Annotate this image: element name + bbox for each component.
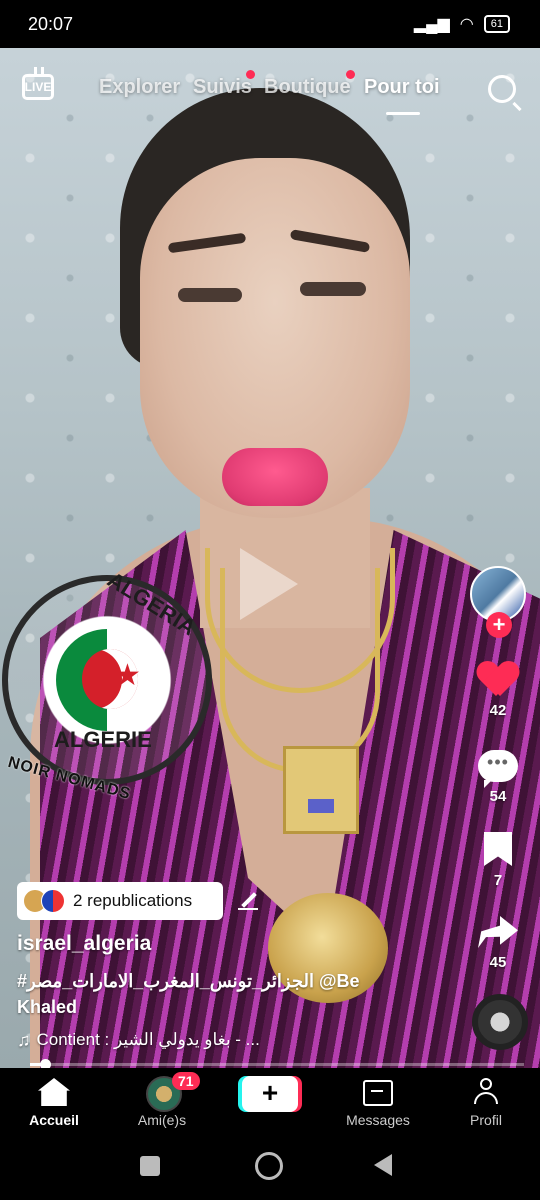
- live-icon[interactable]: LIVE: [22, 74, 54, 100]
- tab-boutique[interactable]: Boutique: [264, 76, 351, 99]
- inbox-icon: [363, 1080, 393, 1106]
- status-time: 20:07: [28, 14, 74, 34]
- edit-icon[interactable]: [238, 890, 258, 910]
- caption-line-1: #الجزائر_تونس_المغرب_الامارات_مصر @Be: [17, 971, 360, 991]
- music-row[interactable]: ♫ Contient : بغاو يدولي الشير - ...: [17, 1030, 260, 1051]
- share-button[interactable]: 45: [466, 916, 530, 971]
- algeria-emblem: ALGERIA ★ ALGERIE: [2, 567, 212, 785]
- status-bar: 20:07 ▂▄▆ ◠ 61: [0, 0, 540, 48]
- nav-messages-label: Messages: [346, 1112, 410, 1128]
- caption-line-2: Khaled: [17, 997, 78, 1017]
- search-icon[interactable]: [488, 75, 516, 103]
- comment-count: 54: [489, 788, 507, 805]
- bookmark-icon: [484, 832, 512, 866]
- nav-profile-label: Profil: [470, 1112, 502, 1128]
- home-system-icon[interactable]: [255, 1152, 283, 1180]
- share-icon: [478, 916, 518, 948]
- music-title: Contient : بغاو يدولي الشير - ...: [36, 1030, 260, 1049]
- active-tab-indicator: [386, 112, 420, 115]
- follow-button[interactable]: +: [486, 612, 512, 638]
- like-count: 42: [489, 702, 507, 719]
- comment-icon: •••: [478, 750, 518, 788]
- music-note-icon: ♫: [17, 1030, 31, 1050]
- republications-label: 2 republications: [73, 891, 193, 910]
- tab-explorer[interactable]: Explorer: [99, 76, 180, 99]
- tab-pour-toi[interactable]: Pour toi: [364, 76, 440, 99]
- battery-icon: 61: [483, 15, 510, 33]
- username[interactable]: israel_algeria: [17, 932, 151, 956]
- system-nav: [0, 1134, 540, 1200]
- play-icon[interactable]: [240, 548, 298, 620]
- top-nav: LIVE Explorer Suivis Boutique Pour toi: [0, 48, 540, 128]
- boutique-dot: [346, 70, 355, 79]
- nav-home[interactable]: Accueil: [4, 1072, 104, 1128]
- recents-icon[interactable]: [140, 1156, 160, 1176]
- profile-icon: [474, 1078, 498, 1106]
- emblem-bottom-text: ALGERIE: [54, 727, 152, 752]
- nav-profile[interactable]: Profil: [436, 1072, 536, 1128]
- save-button[interactable]: 7: [466, 832, 530, 889]
- video-progress-bar[interactable]: [30, 1059, 524, 1070]
- repub-avatar-2: [41, 889, 65, 913]
- pendant: [283, 746, 359, 834]
- comment-button[interactable]: ••• 54: [466, 750, 530, 805]
- home-icon: [38, 1078, 70, 1106]
- save-count: 7: [493, 872, 503, 889]
- pendant-gem: [308, 799, 334, 813]
- bottom-nav: Accueil 71 Ami(e)s + Messages Profil: [0, 1068, 540, 1134]
- create-button[interactable]: +: [242, 1076, 298, 1112]
- nav-messages[interactable]: Messages: [328, 1072, 428, 1128]
- share-count: 45: [489, 954, 507, 971]
- video-lips: [222, 448, 328, 506]
- algeria-flag-icon: ★: [56, 629, 158, 731]
- like-button[interactable]: 42: [466, 662, 530, 719]
- left-eye: [178, 288, 242, 302]
- tab-suivis[interactable]: Suivis: [193, 76, 252, 99]
- nav-home-label: Accueil: [29, 1112, 79, 1128]
- status-icons: ▂▄▆ ◠ 61: [414, 14, 510, 34]
- caption[interactable]: #الجزائر_تونس_المغرب_الامارات_مصر @Be Kh…: [17, 968, 447, 1020]
- star-icon: ★: [114, 659, 141, 692]
- right-eye: [300, 282, 366, 296]
- nav-friends-label: Ami(e)s: [137, 1112, 187, 1128]
- friends-badge: 71: [172, 1072, 200, 1090]
- back-icon[interactable]: [374, 1154, 392, 1176]
- heart-icon: [478, 662, 518, 698]
- wifi-icon: ◠: [459, 16, 474, 33]
- music-disc-icon[interactable]: [472, 994, 528, 1050]
- republications-chip[interactable]: 2 republications: [17, 882, 223, 920]
- signal-icon: ▂▄▆: [413, 16, 450, 33]
- suivis-dot: [246, 70, 255, 79]
